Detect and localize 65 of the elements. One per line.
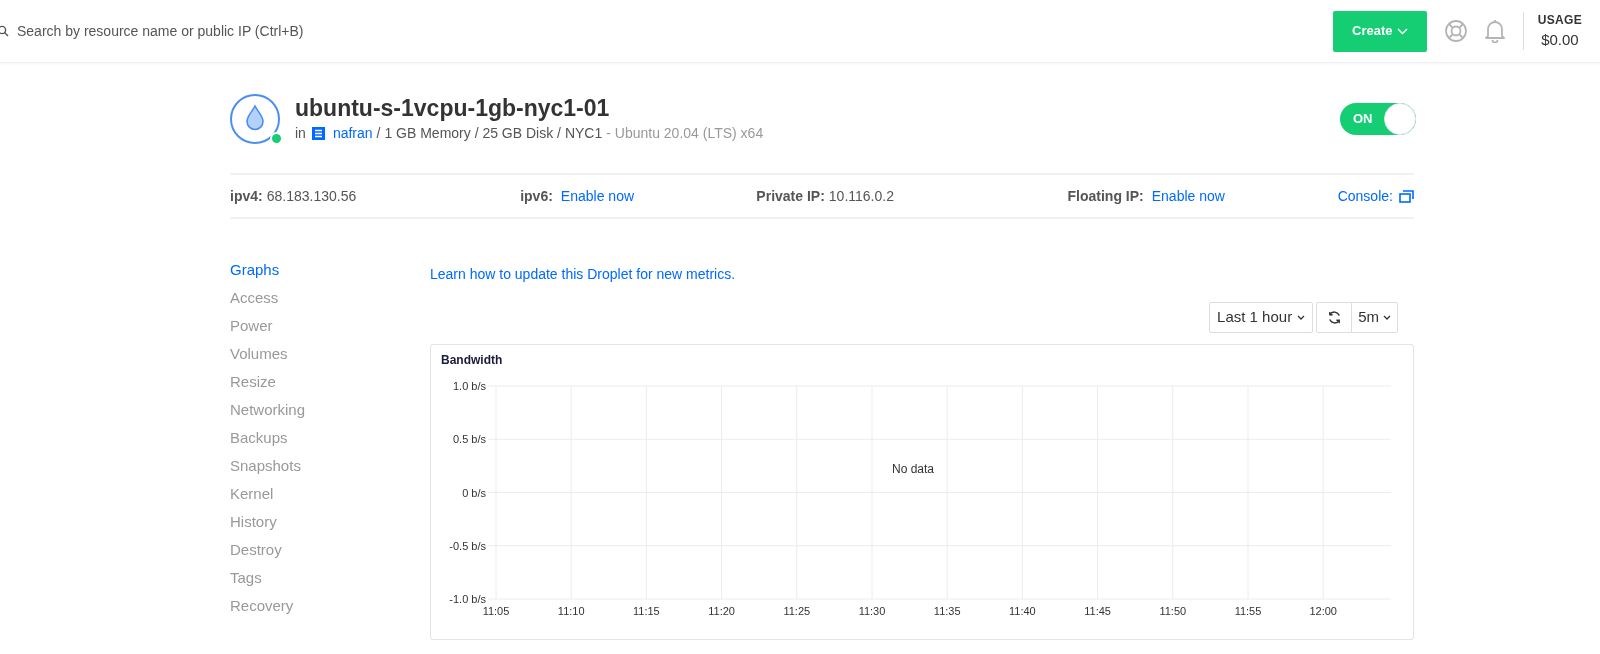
x-tick-label: 11:45 (1084, 605, 1111, 617)
usage-amount: $0.00 (1541, 29, 1579, 50)
info-value: 68.183.130.56 (266, 186, 357, 206)
refresh-icon (1326, 310, 1342, 325)
y-tick-label: -1.0 b/s (449, 593, 486, 605)
time-range-dropdown[interactable]: Last 1 hour (1209, 302, 1314, 333)
x-tick-label: 11:35 (933, 605, 961, 617)
sidebar-item[interactable]: Resize (230, 368, 276, 396)
notifications-icon[interactable] (1483, 19, 1506, 43)
caret-icon (1297, 315, 1306, 320)
sidebar-item[interactable]: Tags (230, 564, 262, 592)
x-tick-label: 11:55 (1234, 605, 1262, 617)
refresh-button[interactable] (1316, 302, 1353, 333)
info-label: ipv4: (230, 186, 263, 206)
enable-link[interactable]: Enable now (1151, 185, 1225, 207)
enable-link[interactable]: Enable now (560, 185, 635, 207)
caret-icon (1396, 27, 1408, 35)
droplet-image: - Ubuntu 20.04 (LTS) x64 (606, 124, 764, 143)
info-label: Private IP: (756, 186, 825, 206)
y-tick-label: 0.5 b/s (452, 433, 486, 446)
x-tick-label: 11:15 (633, 605, 660, 617)
info-value: 10.116.0.2 (828, 186, 894, 206)
external-window-icon (1398, 189, 1414, 203)
sidebar-item[interactable]: Power (230, 312, 273, 340)
x-tick-label: 11:10 (557, 605, 585, 617)
sidebar-item[interactable]: Graphs (230, 256, 280, 284)
x-tick-label: 11:05 (482, 605, 510, 617)
x-tick-label: 11:25 (783, 605, 811, 617)
x-tick-label: 11:50 (1159, 605, 1187, 617)
chart-title: Bandwidth (441, 352, 503, 369)
sidebar-item[interactable]: History (230, 508, 277, 536)
droplet-icon (230, 94, 280, 144)
sidebar-item[interactable]: Volumes (230, 340, 288, 368)
sidebar-item[interactable]: Access (230, 284, 279, 312)
y-tick-label: 0 b/s (462, 486, 486, 499)
metrics-link[interactable]: Learn how to update this Droplet for new metrics. (430, 264, 736, 285)
create-button[interactable]: Create (1332, 10, 1427, 52)
y-tick-label: 1.0 b/s (452, 380, 486, 392)
no-data-message: No data (892, 462, 934, 476)
usage-label: USAGE (1537, 11, 1582, 29)
x-tick-label: 11:40 (1009, 605, 1036, 617)
caret-icon (1383, 315, 1391, 320)
in-label: in (295, 124, 306, 143)
sidebar-item[interactable]: Networking (230, 396, 306, 424)
x-tick-label: 11:30 (858, 605, 886, 617)
help-icon[interactable] (1443, 19, 1468, 43)
info-label: ipv6: (520, 186, 553, 206)
interval-dropdown[interactable]: 5m (1352, 302, 1398, 333)
sidebar-item[interactable]: Kernel (230, 480, 274, 508)
sidebar-item[interactable]: Recovery (230, 592, 294, 620)
info-label: Floating IP: (1067, 186, 1144, 206)
search-field[interactable]: Search by resource name or public IP (Ctrl+B) (17, 20, 517, 42)
x-tick-label: 12:00 (1309, 605, 1337, 617)
sidebar-item[interactable]: Destroy (230, 536, 282, 564)
project-link[interactable]: nafran (332, 123, 373, 144)
y-tick-label: -0.5 b/s (449, 539, 486, 552)
x-tick-label: 11:20 (708, 605, 735, 617)
droplet-specs: / 1 GB Memory / 25 GB Disk / NYC1 (376, 124, 603, 143)
power-toggle[interactable]: ON (1340, 103, 1416, 135)
droplet-name: ubuntu-s-1vcpu-1gb-nyc1-01 (295, 94, 611, 122)
console-link[interactable]: Console: (1337, 185, 1414, 207)
sidebar-item[interactable]: Snapshots (230, 452, 301, 480)
project-icon (311, 127, 325, 140)
sidebar-item[interactable]: Backups (230, 424, 288, 452)
search-icon (0, 25, 9, 37)
